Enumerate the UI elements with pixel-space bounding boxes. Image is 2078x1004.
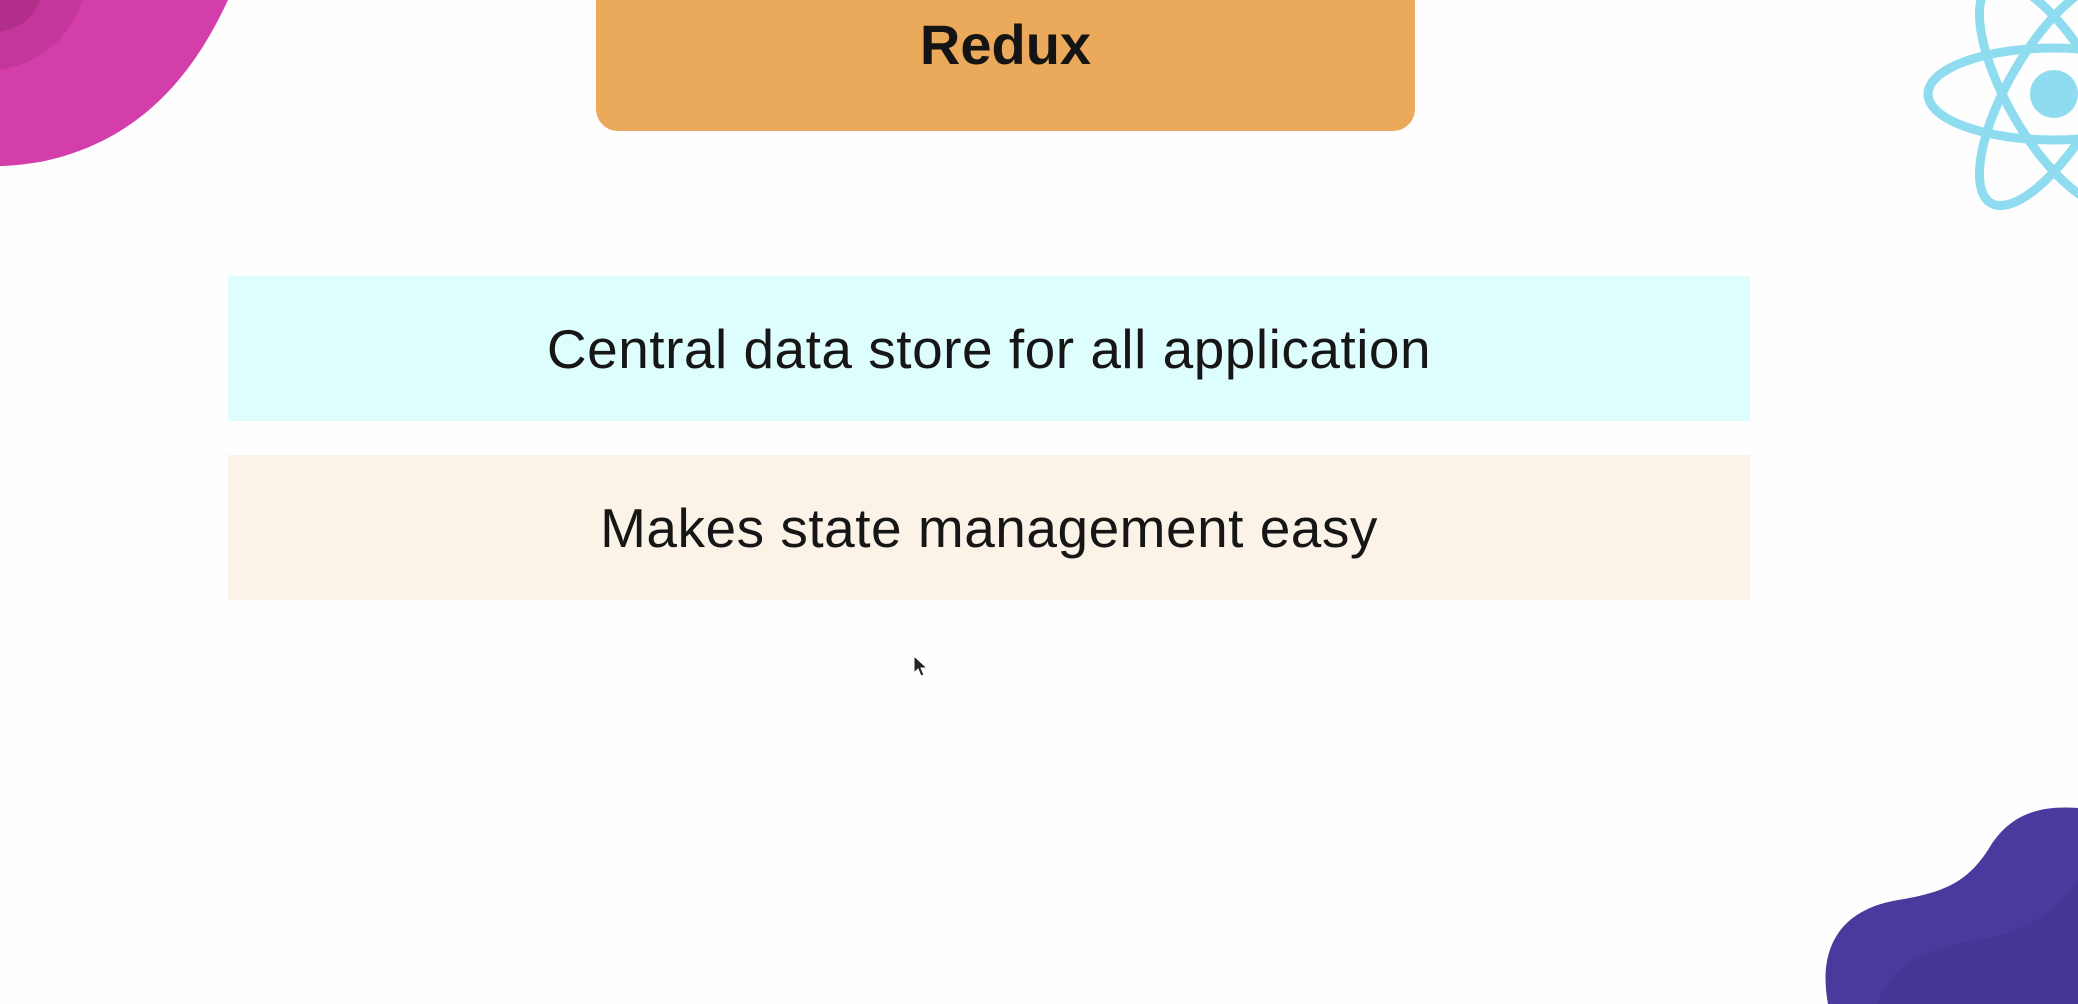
title-card: Redux — [596, 0, 1415, 131]
slide-title: Redux — [919, 13, 1092, 76]
react-logo-icon — [1923, 0, 2078, 211]
purple-blob-decoration — [1825, 807, 2078, 1004]
point-text-1: Central data store for all application — [546, 317, 1432, 380]
point-band-1: Central data store for all application — [228, 276, 1750, 421]
point-band-2: Makes state management easy — [228, 455, 1750, 600]
point-text-2: Makes state management easy — [600, 496, 1378, 559]
mouse-pointer-icon — [913, 655, 929, 677]
pink-blob-decoration — [0, 0, 228, 166]
